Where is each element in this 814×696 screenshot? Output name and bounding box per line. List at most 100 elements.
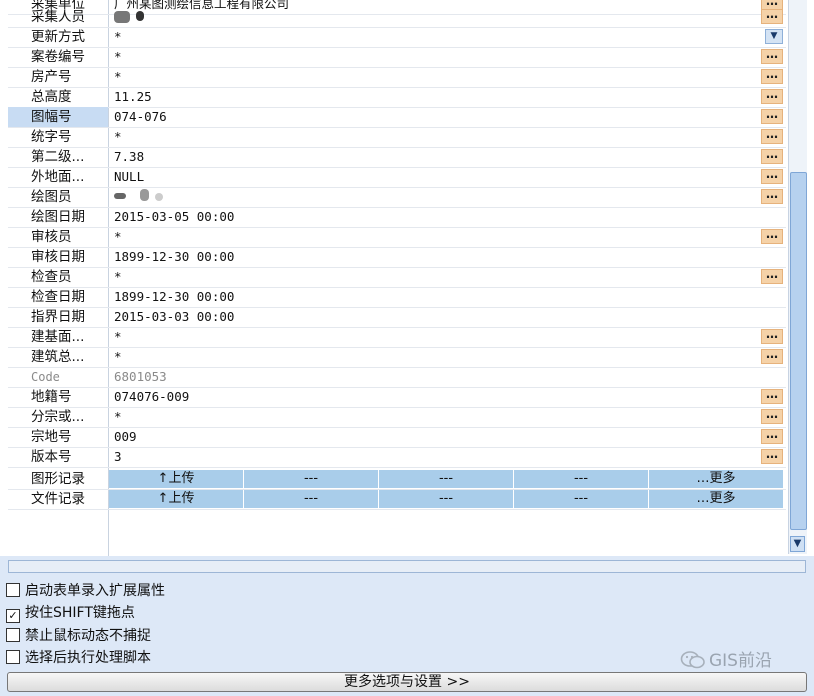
property-value[interactable]: 074-076 xyxy=(114,107,754,127)
property-row-map-sheet[interactable]: 图幅号 074-076 … xyxy=(8,107,786,128)
property-value[interactable]: 2015-03-03 00:00 xyxy=(114,307,754,327)
ellipsis-icon[interactable]: … xyxy=(761,68,783,84)
property-value[interactable]: 11.25 xyxy=(114,87,754,107)
action-cell[interactable]: --- xyxy=(514,470,649,488)
ellipsis-icon[interactable]: … xyxy=(761,388,783,404)
option-shift-drag[interactable]: ✓ 按住SHIFT键拖点 xyxy=(6,603,135,623)
property-row-inspector[interactable]: 检查员 * … xyxy=(8,267,786,288)
property-value[interactable]: 074076-009 xyxy=(114,387,754,407)
property-value[interactable]: 2015-03-05 00:00 xyxy=(114,207,754,227)
property-row-update-mode[interactable]: 更新方式 * ▼ xyxy=(8,27,786,48)
checkbox[interactable] xyxy=(6,583,20,597)
property-row-draw-date[interactable]: 绘图日期 2015-03-05 00:00 xyxy=(8,207,786,228)
more-records-button[interactable]: …更多 xyxy=(649,490,784,508)
property-label: 统字号 xyxy=(31,129,72,145)
property-row-parcel-split[interactable]: 分宗或... * … xyxy=(8,407,786,428)
property-value[interactable]: 1899-12-30 00:00 xyxy=(114,287,754,307)
property-row-review-date[interactable]: 审核日期 1899-12-30 00:00 xyxy=(8,247,786,268)
option-label: 按住SHIFT键拖点 xyxy=(25,605,135,621)
ellipsis-icon[interactable]: … xyxy=(761,328,783,344)
ellipsis-icon[interactable]: … xyxy=(761,148,783,164)
ellipsis-icon[interactable]: … xyxy=(761,168,783,184)
ellipsis-icon[interactable]: … xyxy=(761,268,783,284)
property-label: 建筑总... xyxy=(31,349,85,365)
property-row-file-number[interactable]: 案卷编号 * … xyxy=(8,47,786,68)
property-value[interactable]: * xyxy=(114,407,754,427)
action-cell[interactable]: --- xyxy=(379,470,514,488)
property-value[interactable]: * xyxy=(114,327,754,347)
property-row-collector[interactable]: 采集人员 … xyxy=(8,7,786,28)
more-records-button[interactable]: …更多 xyxy=(649,470,784,488)
property-row-property-number[interactable]: 房产号 * … xyxy=(8,67,786,88)
scrollbar-thumb[interactable] xyxy=(790,172,807,530)
property-value[interactable]: 7.38 xyxy=(114,147,754,167)
property-row-reviewer[interactable]: 审核员 * … xyxy=(8,227,786,248)
ellipsis-icon[interactable]: … xyxy=(761,88,783,104)
property-value[interactable]: 3 xyxy=(114,447,754,467)
ellipsis-icon[interactable]: … xyxy=(761,108,783,124)
upload-button[interactable]: ↑上传 xyxy=(109,490,244,508)
ellipsis-icon[interactable]: … xyxy=(761,348,783,364)
option-extended-attributes[interactable]: 启动表单录入扩展属性 xyxy=(6,581,165,601)
property-row-inspect-date[interactable]: 检查日期 1899-12-30 00:00 xyxy=(8,287,786,308)
property-value[interactable] xyxy=(114,7,754,27)
ellipsis-icon[interactable]: … xyxy=(761,128,783,144)
checkmark-icon[interactable]: ✓ xyxy=(6,609,20,623)
property-label: 更新方式 xyxy=(31,29,85,45)
chevron-down-icon[interactable]: ▼ xyxy=(765,29,783,44)
ellipsis-icon[interactable]: … xyxy=(761,408,783,424)
property-row-version[interactable]: 版本号 3 … xyxy=(8,447,786,468)
horizontal-scrollbar[interactable] xyxy=(8,560,806,573)
property-grid: 采集单位 广州某图测绘信息工程有限公司 … 采集人员 … 更新方式 * ▼ 案卷… xyxy=(0,0,814,556)
ellipsis-icon[interactable]: … xyxy=(761,188,783,204)
scroll-down-icon[interactable]: ▼ xyxy=(790,536,805,552)
redacted-mark xyxy=(155,193,163,201)
ellipsis-icon[interactable]: … xyxy=(761,428,783,444)
ellipsis-icon[interactable]: … xyxy=(761,448,783,464)
property-row-drafter[interactable]: 绘图员 … xyxy=(8,187,786,208)
more-options-button[interactable]: 更多选项与设置 >> xyxy=(7,672,807,692)
checkbox[interactable] xyxy=(6,650,20,664)
property-label: 外地面... xyxy=(31,169,85,185)
property-value[interactable]: * xyxy=(114,347,754,367)
property-value[interactable]: * xyxy=(114,67,754,87)
property-value[interactable]: 009 xyxy=(114,427,754,447)
option-label: 启动表单录入扩展属性 xyxy=(25,583,165,599)
action-cell[interactable]: --- xyxy=(379,490,514,508)
ellipsis-icon[interactable]: … xyxy=(761,228,783,244)
property-value[interactable]: * xyxy=(114,47,754,67)
action-cell[interactable]: --- xyxy=(244,490,379,508)
property-row-building-total[interactable]: 建筑总... * … xyxy=(8,347,786,368)
checkbox[interactable] xyxy=(6,628,20,642)
property-row-code: Code 6801053 xyxy=(8,367,786,388)
action-cell[interactable]: --- xyxy=(514,490,649,508)
property-value[interactable] xyxy=(114,187,754,207)
property-row-second-level[interactable]: 第二级... 7.38 … xyxy=(8,147,786,168)
property-row-boundary-date[interactable]: 指界日期 2015-03-03 00:00 xyxy=(8,307,786,328)
property-row-total-height[interactable]: 总高度 11.25 … xyxy=(8,87,786,108)
property-value[interactable]: 1899-12-30 00:00 xyxy=(114,247,754,267)
property-value[interactable]: * xyxy=(114,267,754,287)
property-label: 绘图日期 xyxy=(31,209,85,225)
property-value[interactable]: * xyxy=(114,227,754,247)
ellipsis-icon[interactable]: … xyxy=(761,48,783,64)
property-row-base-area[interactable]: 建基面... * … xyxy=(8,327,786,348)
property-value[interactable]: * xyxy=(114,127,754,147)
redacted-mark xyxy=(136,11,144,21)
option-run-script[interactable]: 选择后执行处理脚本 xyxy=(6,648,151,668)
action-row-graphic-records: 图形记录 ↑上传 --- --- --- …更多 xyxy=(8,469,786,490)
property-label: 房产号 xyxy=(31,69,72,85)
wechat-logo-icon xyxy=(680,651,705,669)
property-row-cadastral-number[interactable]: 地籍号 074076-009 … xyxy=(8,387,786,408)
upload-button[interactable]: ↑上传 xyxy=(109,470,244,488)
property-value[interactable]: * xyxy=(114,27,754,47)
property-row-parcel-number[interactable]: 宗地号 009 … xyxy=(8,427,786,448)
property-value[interactable]: NULL xyxy=(114,167,754,187)
option-disable-snap[interactable]: 禁止鼠标动态不捕捉 xyxy=(6,626,151,646)
property-label: 建基面... xyxy=(31,329,85,345)
property-row-unified-number[interactable]: 统字号 * … xyxy=(8,127,786,148)
ellipsis-icon[interactable]: … xyxy=(761,8,783,24)
action-cell[interactable]: --- xyxy=(244,470,379,488)
property-row-outer-ground[interactable]: 外地面... NULL … xyxy=(8,167,786,188)
vertical-scrollbar[interactable]: ▼ xyxy=(788,0,807,554)
